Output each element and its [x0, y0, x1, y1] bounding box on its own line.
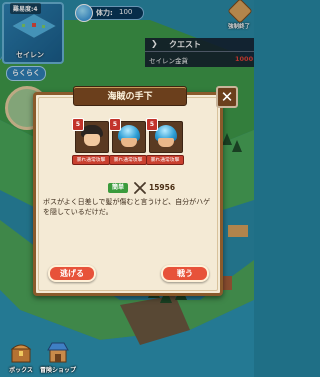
enemy-skill-label: 暴れ通常攻撃 — [72, 155, 110, 165]
enemy-face — [158, 138, 174, 147]
battle-dialog: 海賊の手下 ✕ 5 暴れ通常攻撃 5 暴れ通常攻撃 5 暴れ通常攻撃 簡単 15… — [33, 86, 238, 296]
enemy-card[interactable]: 5 暴れ通常攻撃 — [109, 118, 147, 173]
adventure-shop-button[interactable]: 冒険ショップ — [40, 340, 76, 377]
reward-value: 15956 — [149, 183, 176, 192]
close-icon: ✕ — [220, 88, 234, 106]
enemy-level: 5 — [72, 118, 84, 131]
crossed-swords-icon — [134, 182, 146, 194]
flee-button[interactable]: 逃げる — [48, 265, 96, 282]
enemy-skill-label: 暴れ通常攻撃 — [109, 155, 147, 165]
dialog-description: ボスがよく日差しで髪が傷むと言うけど、自分がハゲを隠しているだけだ。 — [43, 198, 211, 216]
box-button[interactable]: ボックス — [3, 340, 39, 377]
fight-button[interactable]: 戦う — [161, 265, 209, 282]
enemy-card[interactable]: 5 暴れ通常攻撃 — [72, 118, 110, 173]
enemy-level: 5 — [109, 118, 121, 131]
enemy-card[interactable]: 5 暴れ通常攻撃 — [146, 118, 184, 173]
title-banner: 海賊の手下 — [73, 86, 187, 106]
enemy-level: 5 — [146, 118, 158, 131]
dialog-title: 海賊の手下 — [107, 92, 153, 102]
shop-icon — [47, 342, 69, 363]
enemy-face — [121, 138, 137, 147]
treasure-box-icon — [10, 344, 32, 363]
close-button[interactable]: ✕ — [216, 86, 238, 108]
pirate-face — [84, 134, 100, 146]
difficulty-badge: 簡単 — [108, 183, 128, 193]
enemy-skill-label: 暴れ通常攻撃 — [146, 155, 184, 165]
adventure-shop-label: 冒険ショップ — [39, 367, 76, 374]
